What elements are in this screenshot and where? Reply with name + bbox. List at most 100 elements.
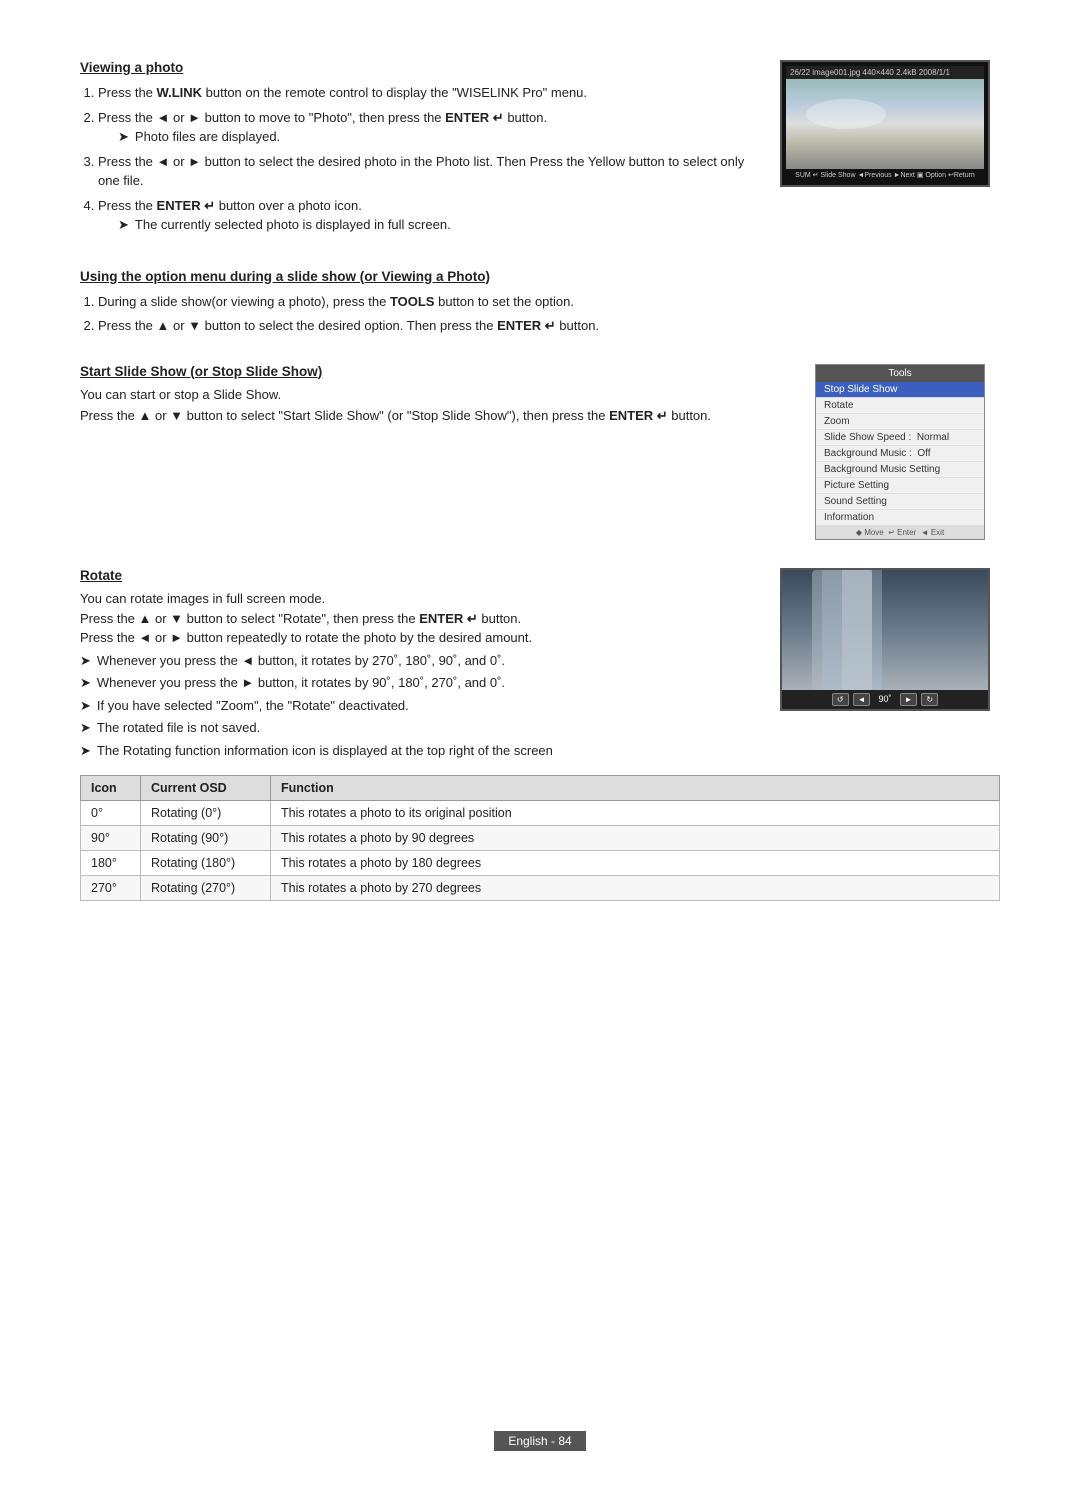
rotate-instruction2: Press the ◄ or ► button repeatedly to ro… [80, 630, 760, 645]
step-2: Press the ◄ or ► button to move to "Phot… [98, 108, 760, 147]
rotate-tv-screen: ↺ ◄ 90˚ ► ↻ [780, 568, 990, 711]
rotate-section: Rotate You can rotate images in full scr… [80, 568, 1000, 902]
viewing-photo-section: Viewing a photo Press the W.LINK button … [80, 60, 1000, 241]
arrow-icon-2: ➤ [118, 215, 129, 235]
rotate-instruction1: Press the ▲ or ▼ button to select "Rotat… [80, 611, 760, 627]
arrow-icon-5: ➤ [80, 696, 91, 716]
table-cell-fn-90: This rotates a photo by 90 degrees [271, 826, 1000, 851]
slide-show-desc: You can start or stop a Slide Show. [80, 387, 791, 402]
arrow-icon-4: ➤ [80, 673, 91, 693]
start-slide-show-section: Start Slide Show (or Stop Slide Show) Yo… [80, 364, 1000, 540]
slide-show-instruction: Press the ▲ or ▼ button to select "Start… [80, 408, 791, 424]
tools-menu-item-rotate[interactable]: Rotate [816, 398, 984, 414]
table-cell-osd-90: Rotating (90°) [141, 826, 271, 851]
using-option-menu-title: Using the option menu during a slide sho… [80, 269, 1000, 284]
rotate-tv-photo [782, 570, 988, 690]
enter-label-5: ENTER ↵ [419, 611, 478, 626]
slide-show-text: Start Slide Show (or Stop Slide Show) Yo… [80, 364, 791, 424]
rotate-bullet-1-text: Whenever you press the ◄ button, it rota… [97, 651, 505, 671]
tools-menu-item-bgmusicsetting[interactable]: Background Music Setting [816, 462, 984, 478]
rotate-left-arrow: ◄ [853, 693, 871, 706]
tools-menu-item-soundsetting[interactable]: Sound Setting [816, 494, 984, 510]
rotate-desc: You can rotate images in full screen mod… [80, 591, 760, 606]
tv-photo-area [786, 79, 984, 169]
rotate-bullet-5-text: The Rotating function information icon i… [97, 741, 553, 761]
rotate-table: Icon Current OSD Function 0° Rotating (0… [80, 775, 1000, 901]
rotate-bullet-3-text: If you have selected "Zoom", the "Rotate… [97, 696, 409, 716]
rotate-bullet-1: ➤ Whenever you press the ◄ button, it ro… [80, 651, 760, 671]
table-header-osd: Current OSD [141, 776, 271, 801]
rotate-row: Rotate You can rotate images in full scr… [80, 568, 1000, 764]
step-2-note: ➤ Photo files are displayed. [118, 127, 760, 147]
step-2-note-text: Photo files are displayed. [135, 127, 280, 147]
arrow-icon-6: ➤ [80, 718, 91, 738]
table-cell-icon-180: 180° [81, 851, 141, 876]
table-cell-icon-0: 0° [81, 801, 141, 826]
tools-menu-container: Tools Stop Slide Show Rotate Zoom Slide … [815, 364, 1000, 540]
tools-label: TOOLS [390, 294, 435, 309]
arrow-icon: ➤ [118, 127, 129, 147]
tv-screen: 26/22 image001.jpg 440×440 2.4kB 2008/1/… [780, 60, 990, 187]
table-cell-fn-0: This rotates a photo to its original pos… [271, 801, 1000, 826]
tv-photo-clouds [786, 79, 984, 169]
tools-menu-item-zoom[interactable]: Zoom [816, 414, 984, 430]
table-header-icon: Icon [81, 776, 141, 801]
tv-status-text: 26/22 image001.jpg 440×440 2.4kB 2008/1/… [790, 68, 950, 77]
tools-menu-title: Tools [816, 365, 984, 382]
rotate-bullet-4: ➤ The rotated file is not saved. [80, 718, 760, 738]
rotate-angle-label: 90˚ [874, 694, 895, 704]
option-step-2: Press the ▲ or ▼ button to select the de… [98, 316, 1000, 336]
table-cell-fn-270: This rotates a photo by 270 degrees [271, 876, 1000, 901]
table-header-function: Function [271, 776, 1000, 801]
rotate-tv-container: ↺ ◄ 90˚ ► ↻ [780, 568, 1000, 711]
page-footer: English - 84 [0, 1434, 1080, 1448]
tools-menu-item-bgmusic[interactable]: Background Music : Off [816, 446, 984, 462]
arrow-icon-7: ➤ [80, 741, 91, 761]
viewing-photo-text: Viewing a photo Press the W.LINK button … [80, 60, 760, 241]
tv-statusbar: 26/22 image001.jpg 440×440 2.4kB 2008/1/… [786, 66, 984, 79]
arrow-icon-3: ➤ [80, 651, 91, 671]
table-row: 270° Rotating (270°) This rotates a phot… [81, 876, 1000, 901]
rotate-right-arrow: ► [900, 693, 918, 706]
tv-screen-container: 26/22 image001.jpg 440×440 2.4kB 2008/1/… [780, 60, 1000, 187]
rotate-bullet-2: ➤ Whenever you press the ► button, it ro… [80, 673, 760, 693]
rotate-bullet-3: ➤ If you have selected "Zoom", the "Rota… [80, 696, 760, 716]
step-1: Press the W.LINK button on the remote co… [98, 83, 760, 103]
option-step-1: During a slide show(or viewing a photo),… [98, 292, 1000, 312]
enter-label-3: ENTER ↵ [497, 318, 556, 333]
rotate-title: Rotate [80, 568, 760, 583]
step-4-note: ➤ The currently selected photo is displa… [118, 215, 760, 235]
viewing-photo-steps: Press the W.LINK button on the remote co… [98, 83, 760, 235]
footer-label: English - 84 [494, 1431, 585, 1451]
rotate-bullet-5: ➤ The Rotating function information icon… [80, 741, 760, 761]
step-4-note-text: The currently selected photo is displaye… [135, 215, 451, 235]
rotate-text: Rotate You can rotate images in full scr… [80, 568, 760, 764]
tools-menu-item-stop-slideshow[interactable]: Stop Slide Show [816, 382, 984, 398]
tools-menu-item-picturesetting[interactable]: Picture Setting [816, 478, 984, 494]
rotate-bullet-4-text: The rotated file is not saved. [97, 718, 260, 738]
using-option-menu-section: Using the option menu during a slide sho… [80, 269, 1000, 336]
tools-menu: Tools Stop Slide Show Rotate Zoom Slide … [815, 364, 985, 540]
table-cell-icon-90: 90° [81, 826, 141, 851]
rotate-controls: ↺ ◄ 90˚ ► ↻ [782, 690, 988, 709]
table-row: 180° Rotating (180°) This rotates a phot… [81, 851, 1000, 876]
table-cell-osd-180: Rotating (180°) [141, 851, 271, 876]
wlink-label: W.LINK [157, 85, 203, 100]
tools-menu-item-information[interactable]: Information [816, 510, 984, 526]
step-3: Press the ◄ or ► button to select the de… [98, 152, 760, 191]
table-row: 90° Rotating (90°) This rotates a photo … [81, 826, 1000, 851]
tools-menu-footer: ◆ Move ↵ Enter ◄ Exit [816, 526, 984, 539]
using-option-menu-steps: During a slide show(or viewing a photo),… [98, 292, 1000, 336]
table-cell-osd-0: Rotating (0°) [141, 801, 271, 826]
rotate-ccw-icon: ↺ [832, 693, 849, 706]
table-cell-fn-180: This rotates a photo by 180 degrees [271, 851, 1000, 876]
tools-menu-item-slidespeed[interactable]: Slide Show Speed : Normal [816, 430, 984, 446]
step-4: Press the ENTER ↵ button over a photo ic… [98, 196, 760, 235]
rotate-cw-icon: ↻ [921, 693, 938, 706]
enter-label-2: ENTER ↵ [157, 198, 216, 213]
table-cell-osd-270: Rotating (270°) [141, 876, 271, 901]
enter-label: ENTER ↵ [445, 110, 504, 125]
tv-bottombar: SUM ↵ Slide Show ◄Previous ►Next ▣ Optio… [786, 169, 984, 181]
rotate-bullet-2-text: Whenever you press the ► button, it rota… [97, 673, 505, 693]
start-slide-show-title: Start Slide Show (or Stop Slide Show) [80, 364, 791, 379]
